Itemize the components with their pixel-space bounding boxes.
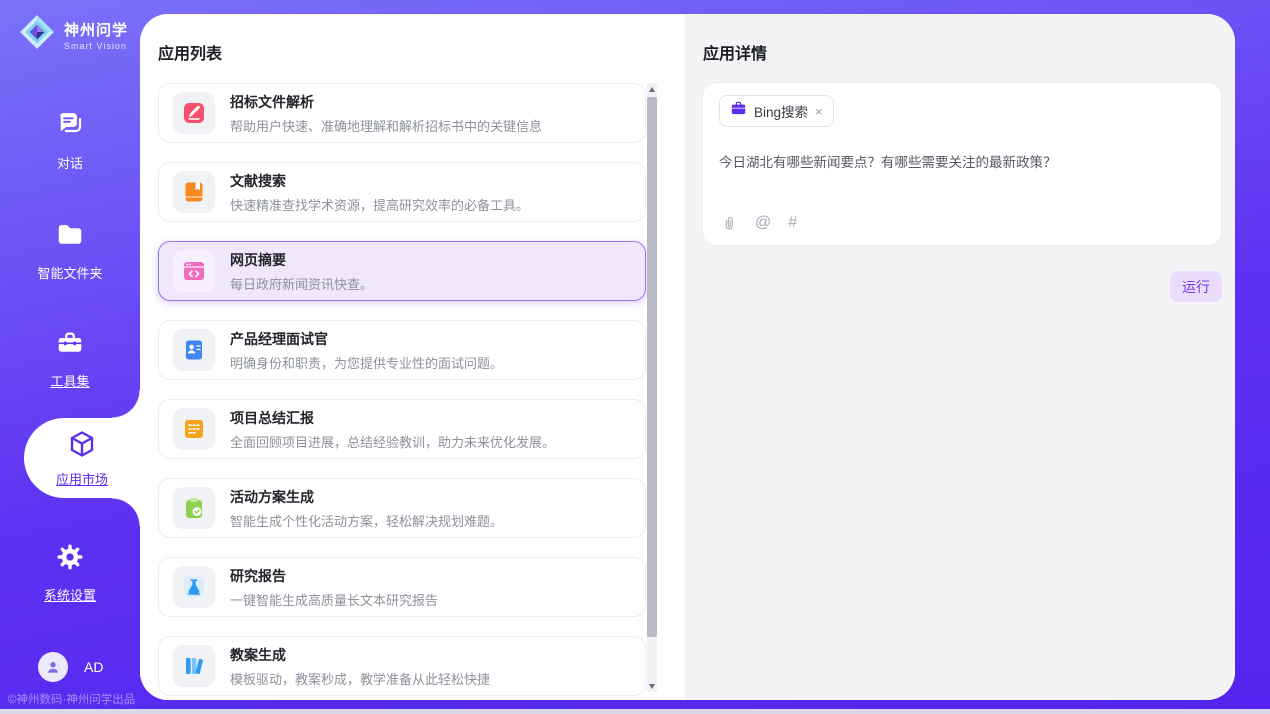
app-description: 快速精准查找学术资源，提高研究效率的必备工具。 — [230, 195, 529, 214]
scroll-down-icon[interactable] — [647, 680, 657, 692]
user-account[interactable]: AD — [38, 652, 103, 682]
brand-name: 神州问学 — [64, 19, 128, 40]
app-description: 一键智能生成高质量长文本研究报告 — [230, 590, 438, 609]
sidebar-item-label: 对话 — [57, 153, 83, 172]
at-icon[interactable]: @ — [755, 214, 771, 232]
sidebar-item-chat[interactable]: 对话 — [0, 110, 140, 172]
gear-icon — [55, 542, 85, 577]
app-card-webpage-summary[interactable]: 网页摘要 每日政府新闻资讯快查。 — [158, 241, 646, 301]
close-icon[interactable]: × — [815, 104, 823, 119]
tool-tag-label: Bing搜索 — [754, 101, 808, 121]
app-title: 产品经理面试官 — [230, 329, 503, 349]
app-description: 模板驱动，教案秒成，教学准备从此轻松快捷 — [230, 669, 490, 688]
app-card-event-plan[interactable]: 活动方案生成 智能生成个性化活动方案，轻松解决规划难题。 — [158, 478, 646, 538]
sidebar-item-label: 工具集 — [50, 371, 89, 390]
prompt-card: Bing搜索 × 今日湖北有哪些新闻要点？有哪些需要关注的最新政策？ @ # — [702, 82, 1222, 246]
sidebar-item-label: 系统设置 — [44, 585, 96, 604]
book-icon — [173, 171, 215, 213]
chat-icon — [55, 110, 85, 145]
toolbox-icon — [55, 328, 85, 363]
user-name: AD — [84, 659, 103, 675]
app-description: 每日政府新闻资讯快查。 — [230, 274, 373, 293]
diamond-logo-icon — [18, 13, 56, 56]
cube-icon — [67, 429, 97, 464]
app-description: 全面回顾项目进展，总结经验教训，助力未来优化发展。 — [230, 432, 555, 451]
hash-icon[interactable]: # — [788, 214, 797, 232]
run-button[interactable]: 运行 — [1170, 271, 1222, 302]
app-card-literature-search[interactable]: 文献搜索 快速精准查找学术资源，提高研究效率的必备工具。 — [158, 162, 646, 222]
note-icon — [173, 408, 215, 450]
avatar — [38, 652, 68, 682]
tool-tag-bing-search[interactable]: Bing搜索 × — [719, 95, 834, 127]
briefcase-icon — [730, 100, 747, 122]
app-detail-title: 应用详情 — [703, 40, 767, 64]
sidebar-item-label: 智能文件夹 — [37, 263, 102, 282]
app-list-title: 应用列表 — [158, 40, 222, 64]
sidebar-item-toolset[interactable]: 工具集 — [0, 328, 140, 390]
scroll-up-icon[interactable] — [647, 83, 657, 95]
sidebar-item-app-market[interactable]: 应用市场 — [24, 418, 140, 498]
app-detail-panel: 应用详情 Bing搜索 × 今日湖北有哪些新闻要点？有哪些需要关注的最新政策？ — [685, 14, 1235, 700]
main-content: 应用列表 招标文件解析 帮助用户快速、准确地理解和解析招标书中的关键信息 — [140, 14, 1235, 700]
sidebar-item-smart-folder[interactable]: 智能文件夹 — [0, 220, 140, 282]
app-title: 文献搜索 — [230, 171, 529, 191]
app-list-panel: 应用列表 招标文件解析 帮助用户快速、准确地理解和解析招标书中的关键信息 — [140, 14, 685, 700]
app-title: 招标文件解析 — [230, 92, 542, 112]
paperclip-icon[interactable] — [721, 215, 738, 232]
app-title: 教案生成 — [230, 645, 490, 665]
prompt-input[interactable]: 今日湖北有哪些新闻要点？有哪些需要关注的最新政策？ — [719, 151, 1205, 171]
brand-subtitle: Smart Vision — [64, 41, 128, 51]
app-description: 帮助用户快速、准确地理解和解析招标书中的关键信息 — [230, 116, 542, 135]
footer-copyright: ©神州数码·神州问学出品 — [8, 691, 135, 707]
app-card-research-report[interactable]: 研究报告 一键智能生成高质量长文本研究报告 — [158, 557, 646, 617]
folder-icon — [55, 220, 85, 255]
app-title: 项目总结汇报 — [230, 408, 555, 428]
app-card-list: 招标文件解析 帮助用户快速、准确地理解和解析招标书中的关键信息 文献搜索 快速精… — [158, 83, 646, 700]
app-title: 研究报告 — [230, 566, 438, 586]
compose-icon — [173, 92, 215, 134]
app-card-lesson-plan[interactable]: 教案生成 模板驱动，教案秒成，教学准备从此轻松快捷 — [158, 636, 646, 696]
app-logo: 神州问学 Smart Vision — [18, 13, 128, 56]
books-icon — [173, 645, 215, 687]
bottom-divider — [0, 709, 1270, 714]
flask-icon — [173, 566, 215, 608]
app-card-tender-analysis[interactable]: 招标文件解析 帮助用户快速、准确地理解和解析招标书中的关键信息 — [158, 83, 646, 143]
webpage-icon — [173, 250, 215, 292]
interviewer-icon — [173, 329, 215, 371]
app-description: 明确身份和职责，为您提供专业性的面试问题。 — [230, 353, 503, 372]
sidebar: 神州问学 Smart Vision 对话 智能文件夹 — [0, 0, 140, 714]
app-card-project-summary[interactable]: 项目总结汇报 全面回顾项目进展，总结经验教训，助力未来优化发展。 — [158, 399, 646, 459]
sidebar-item-settings[interactable]: 系统设置 — [0, 542, 140, 604]
list-scrollbar[interactable] — [647, 83, 657, 692]
scrollbar-thumb[interactable] — [647, 97, 657, 637]
app-card-pm-interviewer[interactable]: 产品经理面试官 明确身份和职责，为您提供专业性的面试问题。 — [158, 320, 646, 380]
clipboard-check-icon — [173, 487, 215, 529]
prompt-toolbar: @ # — [721, 214, 797, 232]
app-title: 网页摘要 — [230, 250, 373, 270]
sidebar-item-label: 应用市场 — [56, 469, 108, 488]
app-title: 活动方案生成 — [230, 487, 503, 507]
app-description: 智能生成个性化活动方案，轻松解决规划难题。 — [230, 511, 503, 530]
